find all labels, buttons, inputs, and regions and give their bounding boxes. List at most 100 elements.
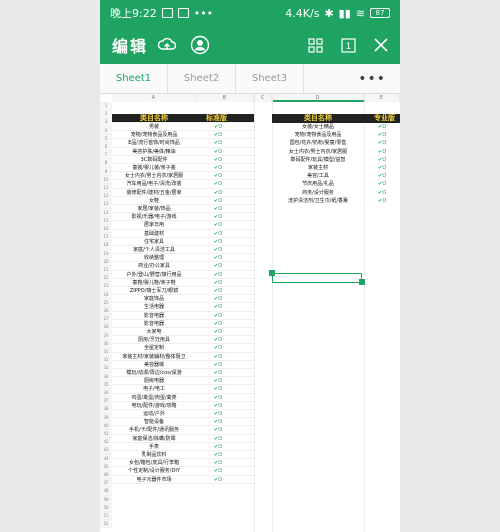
row-number[interactable]: 21 — [100, 266, 112, 275]
row-number[interactable]: 33 — [100, 364, 112, 373]
edit-button[interactable]: 编辑 — [112, 33, 148, 57]
standard-check-cell[interactable]: ✔O — [196, 279, 254, 287]
category-cell[interactable]: 家庭饰品 — [112, 295, 196, 304]
more-options-button[interactable]: ••• — [304, 64, 400, 93]
pro-check-cell[interactable]: ✔O — [364, 164, 400, 172]
row-number[interactable]: 26 — [100, 307, 112, 316]
row-number[interactable]: 3 — [100, 118, 112, 127]
category-cell-d[interactable]: 商务/设计服务 — [272, 189, 364, 197]
standard-check-cell[interactable]: ✔O — [196, 459, 254, 468]
standard-check-cell[interactable]: ✔O — [196, 139, 254, 148]
standard-check-cell[interactable]: ✔O — [196, 238, 254, 246]
row-number[interactable]: 16 — [100, 225, 112, 234]
pro-check-cell[interactable]: ✔O — [364, 131, 400, 139]
standard-check-cell[interactable]: ✔O — [196, 221, 254, 230]
standard-check-cell[interactable]: ✔O — [196, 435, 254, 443]
pro-check-cell[interactable]: ✔O — [364, 197, 400, 205]
category-cell[interactable]: 影视/乐器/电子/游戏 — [112, 213, 196, 222]
pro-check-cell[interactable]: ✔O — [364, 189, 400, 197]
row-number[interactable]: 22 — [100, 274, 112, 283]
row-number[interactable]: 41 — [100, 430, 112, 439]
category-cell-d[interactable]: 宠物/宠物食品及用品 — [272, 131, 364, 139]
tab-sheet3[interactable]: Sheet3 — [236, 64, 304, 93]
standard-check-cell[interactable]: ✔O — [196, 131, 254, 140]
standard-check-cell[interactable]: ✔O — [196, 443, 254, 451]
standard-check-cell[interactable]: ✔O — [196, 262, 254, 271]
category-cell[interactable]: 男装 — [112, 123, 196, 132]
row-number[interactable]: 35 — [100, 380, 112, 389]
row-number[interactable]: 24 — [100, 290, 112, 299]
row-number[interactable]: 37 — [100, 397, 112, 406]
standard-check-cell[interactable]: ✔O — [196, 123, 254, 132]
row-number[interactable]: 39 — [100, 413, 112, 422]
category-cell[interactable]: 家庭保洁/除螨/防霉 — [112, 435, 196, 443]
row-number[interactable]: 45 — [100, 462, 112, 471]
category-cell-d[interactable]: 数码配件/玩具/模型/益智 — [272, 156, 364, 164]
standard-check-cell[interactable]: ✔O — [196, 230, 254, 238]
category-cell[interactable]: E品/流行首饰/时尚饰品 — [112, 139, 196, 148]
row-number[interactable]: 20 — [100, 257, 112, 266]
category-cell[interactable]: 影音电器 — [112, 320, 196, 328]
row-number[interactable]: 4 — [100, 126, 112, 135]
category-cell[interactable]: 运动/户外 — [112, 410, 196, 419]
tab-sheet1[interactable]: Sheet1 — [100, 64, 168, 93]
standard-check-cell[interactable]: ✔O — [196, 172, 254, 181]
standard-check-cell[interactable]: ✔O — [196, 476, 254, 484]
standard-check-cell[interactable]: ✔O — [196, 353, 254, 361]
row-number[interactable]: 49 — [100, 495, 112, 504]
row-number[interactable]: 6 — [100, 143, 112, 152]
category-cell-d[interactable]: 美容/工具 — [272, 172, 364, 180]
standard-check-cell[interactable]: ✔O — [196, 189, 254, 197]
standard-check-cell[interactable]: ✔O — [196, 213, 254, 222]
row-number[interactable]: 9 — [100, 167, 112, 176]
category-cell[interactable]: 厨房/烹饪用具 — [112, 336, 196, 345]
category-cell[interactable]: 女士内衣/男士内衣/家居服 — [112, 172, 196, 181]
row-number[interactable]: 19 — [100, 249, 112, 258]
column-header-e[interactable]: E — [364, 94, 400, 102]
selection-handle-end[interactable] — [359, 279, 365, 285]
pro-check-cell[interactable]: ✔O — [364, 139, 400, 147]
row-number[interactable]: 1 — [100, 102, 112, 111]
selection-handle-start[interactable] — [269, 270, 275, 276]
row-number[interactable]: 50 — [100, 503, 112, 512]
standard-check-cell[interactable]: ✔O — [196, 369, 254, 378]
standard-check-cell[interactable]: ✔O — [196, 336, 254, 345]
standard-check-cell[interactable]: ✔O — [196, 254, 254, 263]
standard-check-cell[interactable]: ✔O — [196, 418, 254, 427]
cloud-upload-icon[interactable] — [158, 37, 177, 53]
header-pro-version[interactable]: 专业版 — [364, 114, 400, 123]
category-cell[interactable]: 模玩/动漫/周边/cos/桌游 — [112, 369, 196, 378]
category-cell[interactable]: ZIPPO/瑞士军刀/眼镜 — [112, 287, 196, 296]
row-number[interactable]: 2 — [100, 110, 112, 119]
row-number[interactable]: 51 — [100, 512, 112, 521]
row-number[interactable]: 40 — [100, 421, 112, 430]
column-header-b[interactable]: B — [196, 94, 254, 102]
category-cell-d[interactable]: 女装/女士精品 — [272, 123, 364, 131]
pro-check-cell[interactable]: ✔O — [364, 172, 400, 180]
row-number[interactable]: 23 — [100, 282, 112, 291]
row-number[interactable]: 25 — [100, 298, 112, 307]
category-cell[interactable]: 女鞋 — [112, 197, 196, 205]
row-number[interactable]: 17 — [100, 233, 112, 242]
standard-check-cell[interactable]: ✔O — [196, 197, 254, 205]
row-number[interactable]: 42 — [100, 438, 112, 447]
category-cell[interactable]: 厨房电器 — [112, 377, 196, 386]
standard-check-cell[interactable]: ✔O — [196, 426, 254, 435]
standard-check-cell[interactable]: ✔O — [196, 156, 254, 164]
row-number[interactable]: 34 — [100, 372, 112, 381]
grid-view-icon[interactable] — [308, 37, 323, 53]
category-cell[interactable]: 家居/家装/饰品 — [112, 205, 196, 214]
standard-check-cell[interactable]: ✔O — [196, 148, 254, 156]
row-number[interactable]: 31 — [100, 348, 112, 357]
pro-check-cell[interactable]: ✔O — [364, 148, 400, 156]
row-number[interactable]: 30 — [100, 339, 112, 348]
category-cell[interactable]: 美容护肤/美体/精油 — [112, 148, 196, 156]
column-header-c[interactable]: C — [254, 94, 272, 102]
category-cell[interactable]: 乳制品饮料 — [112, 451, 196, 460]
selected-cell[interactable] — [272, 273, 362, 283]
header-category-name[interactable]: 类目名称 — [112, 114, 196, 123]
category-cell[interactable]: 汽车用品/电子/清洗/改装 — [112, 180, 196, 189]
row-number[interactable]: 52 — [100, 520, 112, 529]
row-number[interactable]: 32 — [100, 356, 112, 365]
row-number[interactable]: 5 — [100, 134, 112, 143]
